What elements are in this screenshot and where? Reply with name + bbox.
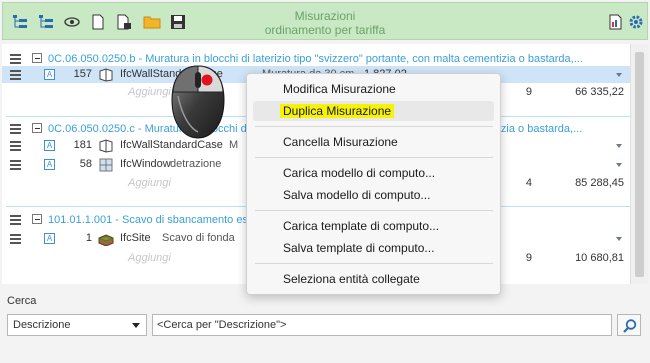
group-total: 85 288,45 [575, 177, 624, 189]
group-partial: 9 [525, 252, 532, 264]
menu-item-modifica[interactable]: Modifica Misurazione [283, 81, 396, 97]
search-button[interactable] [617, 314, 641, 336]
drag-handle-icon[interactable] [10, 141, 22, 151]
search-label: Cerca [7, 295, 37, 307]
menu-item-carica-modello[interactable]: Carica modello di computo... [283, 165, 435, 181]
chevron-down-icon [132, 323, 140, 328]
menu-item-salva-modello[interactable]: Salva modello di computo... [283, 187, 430, 203]
row-quantity: 181 [73, 139, 92, 151]
settings-icon[interactable] [627, 13, 645, 31]
chevron-down-icon[interactable] [616, 163, 622, 167]
search-input[interactable]: <Cerca per "Descrizione"> [152, 314, 612, 336]
row-detail: detrazione [170, 158, 222, 170]
group-total: 10 680,81 [575, 252, 624, 264]
drag-handle-icon[interactable] [10, 234, 22, 244]
auto-badge-icon: A [44, 233, 55, 244]
drag-handle-icon[interactable] [10, 70, 22, 80]
row-entity: IfcSite [120, 232, 151, 244]
row-detail: Scavo di fonda [162, 232, 235, 244]
add-row-label[interactable]: Aggiungi [128, 84, 171, 101]
menu-separator [255, 263, 493, 264]
vertical-scrollbar[interactable] [630, 44, 648, 284]
menu-item-cancella[interactable]: Cancella Misurazione [283, 134, 398, 150]
add-row-label[interactable]: Aggiungi [128, 250, 171, 267]
title-line-2: ordinamento per tariffa [264, 23, 386, 37]
menu-separator [255, 157, 493, 158]
terrain-icon [98, 232, 114, 247]
group-partial: 4 [525, 177, 532, 189]
menu-item-salva-template[interactable]: Salva template di computo... [283, 240, 434, 256]
row-quantity: 1 [85, 232, 92, 244]
wall-icon [98, 68, 114, 82]
search-field-value: Descrizione [13, 319, 71, 331]
menu-separator [255, 210, 493, 211]
menu-separator [255, 126, 493, 127]
title-line-1: Misurazioni [294, 9, 356, 23]
row-quantity: 157 [73, 68, 92, 80]
toolbar-title: Misurazioni ordinamento per tariffa [3, 9, 647, 37]
group-total: 66 335,22 [575, 86, 624, 98]
auto-badge-icon: A [44, 69, 55, 80]
auto-badge-icon: A [44, 140, 55, 151]
add-row-label[interactable]: Aggiungi [128, 175, 171, 192]
wall-icon [98, 139, 114, 153]
window-icon [98, 158, 114, 172]
group-partial: 9 [525, 86, 532, 98]
row-entity: IfcWindow [120, 158, 171, 170]
menu-item-carica-template[interactable]: Carica template di computo... [283, 218, 439, 234]
scrollbar-thumb[interactable] [635, 52, 644, 277]
context-menu: Modifica Misurazione Duplica Misurazione… [246, 73, 501, 295]
chevron-down-icon[interactable] [616, 237, 622, 241]
search-field-select[interactable]: Descrizione [7, 314, 147, 336]
chevron-down-icon[interactable] [616, 73, 622, 77]
mouse-right-click-icon [168, 62, 228, 142]
search-icon [623, 319, 637, 333]
chevron-down-icon[interactable] [616, 144, 622, 148]
menu-item-duplica-label: Duplica Misurazione [280, 104, 395, 118]
report-icon[interactable] [607, 13, 625, 31]
drag-handle-icon[interactable] [10, 160, 22, 170]
row-detail: M [229, 139, 239, 151]
menu-item-duplica[interactable]: Duplica Misurazione [280, 103, 395, 119]
menu-item-seleziona-entita[interactable]: Seleziona entità collegate [283, 271, 420, 287]
auto-badge-icon: A [44, 159, 55, 170]
row-quantity: 58 [79, 158, 92, 170]
toolbar: Misurazioni ordinamento per tariffa [2, 2, 648, 40]
group-header[interactable]: 0C.06.050.0250.b - Muratura in blocchi d… [2, 51, 630, 67]
